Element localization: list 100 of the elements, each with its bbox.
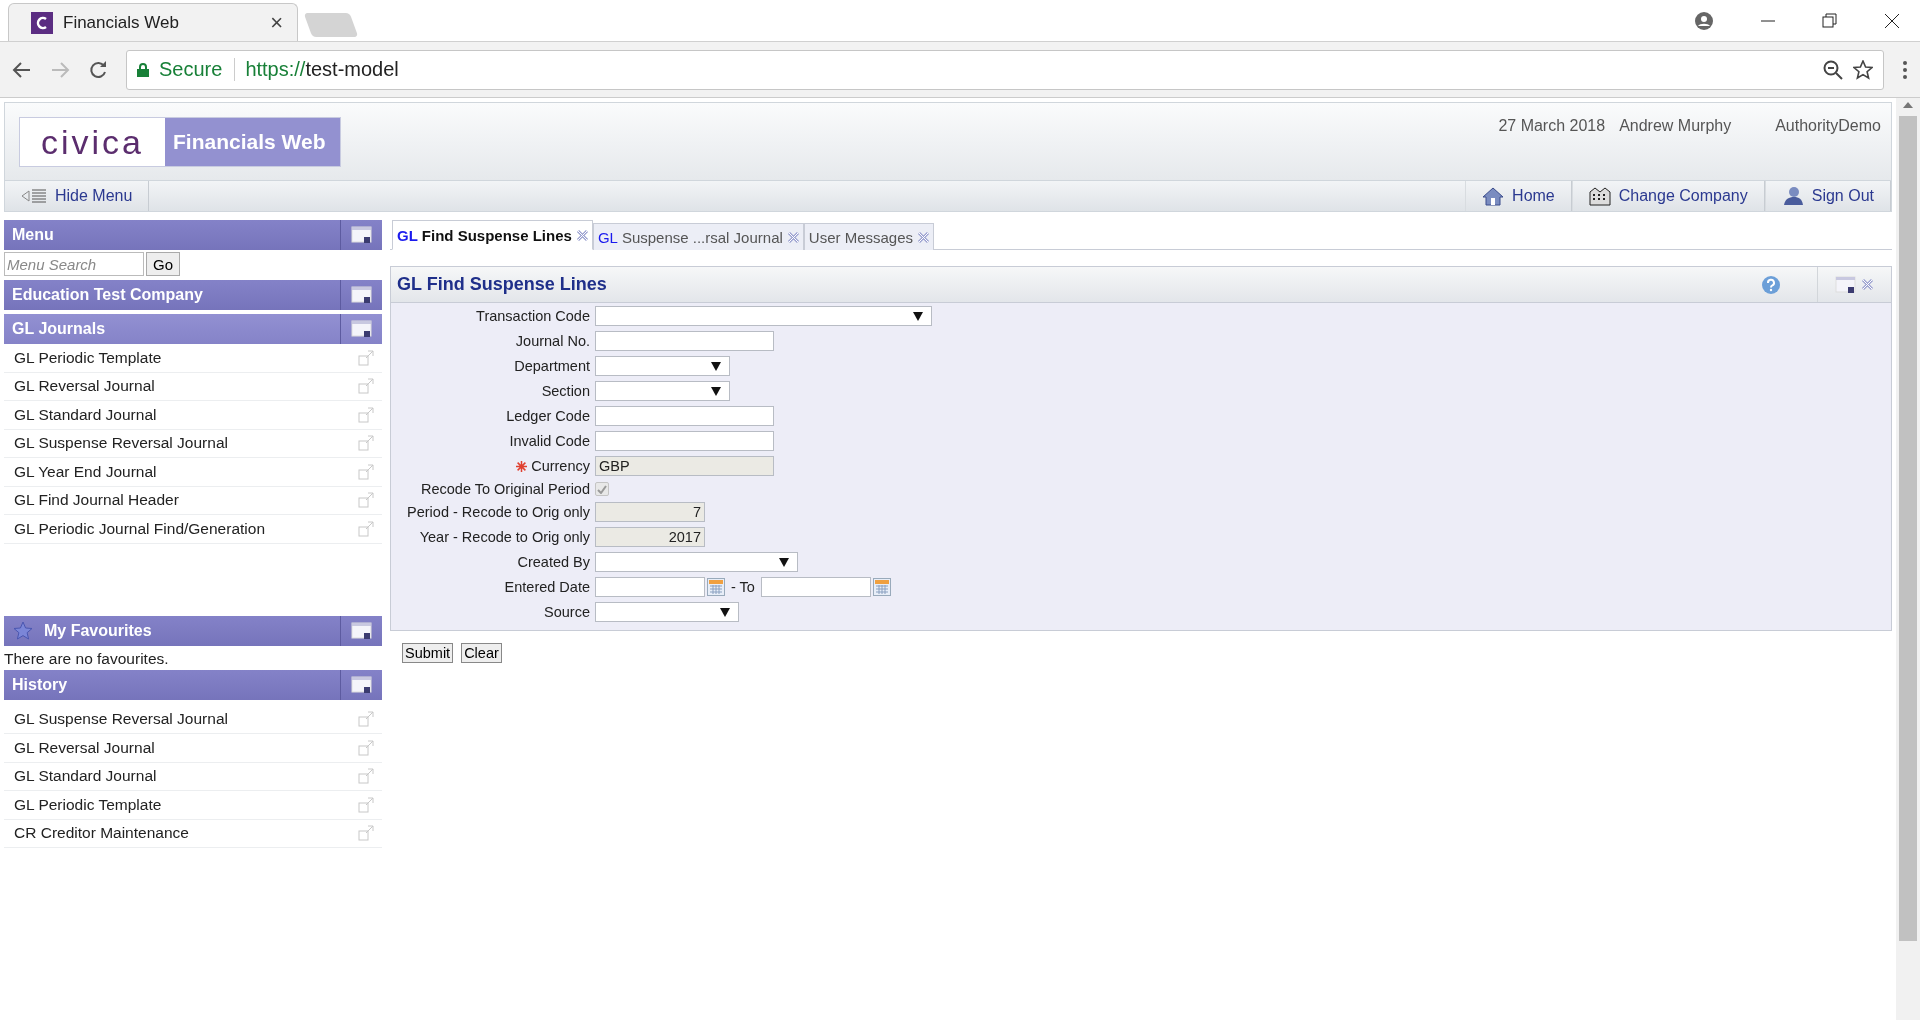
date-field[interactable]: [595, 577, 705, 597]
menu-search-field[interactable]: Menu Search: [4, 252, 144, 276]
checkbox[interactable]: [595, 482, 609, 496]
window-icon[interactable]: [350, 675, 373, 694]
collapse-menu-icon: [21, 188, 47, 204]
number-field[interactable]: 2017: [595, 527, 705, 547]
history-item[interactable]: GL Suspense Reversal Journal: [4, 705, 382, 734]
history-item[interactable]: GL Reversal Journal: [4, 734, 382, 763]
popout-icon[interactable]: [358, 520, 374, 537]
help-icon[interactable]: [1761, 274, 1781, 295]
history-item[interactable]: GL Periodic Template: [4, 791, 382, 820]
caret-icon: [779, 557, 789, 567]
form-button[interactable]: Clear: [461, 643, 502, 663]
window-icon[interactable]: [350, 226, 373, 244]
menu-item[interactable]: GL Year End Journal: [4, 458, 382, 487]
calendar-icon[interactable]: [872, 578, 891, 596]
popout-icon[interactable]: [358, 796, 374, 813]
popout-icon[interactable]: [358, 711, 374, 728]
select-field[interactable]: [595, 306, 932, 326]
menu-item[interactable]: GL Standard Journal: [4, 401, 382, 430]
tab-close-button[interactable]: ×: [270, 9, 283, 36]
field-label: Ledger Code: [506, 408, 590, 424]
date-text: 27 March 2018: [1498, 117, 1606, 135]
favourites-title: My Favourites: [4, 620, 340, 641]
field-label: Department: [514, 358, 590, 374]
person-icon: [1781, 186, 1804, 206]
select-field[interactable]: [595, 381, 730, 401]
scroll-up-icon[interactable]: [1903, 102, 1913, 108]
zoom-out-icon[interactable]: [1823, 59, 1843, 80]
menu-icon[interactable]: [1902, 59, 1908, 80]
date-field[interactable]: [760, 577, 871, 597]
nav-link[interactable]: Sign Out: [1764, 181, 1891, 211]
popout-icon[interactable]: [358, 349, 374, 366]
field-label: Journal No.: [515, 333, 590, 349]
menu-title: Menu: [11, 226, 55, 244]
popout-icon[interactable]: [358, 739, 374, 756]
forward-icon[interactable]: [50, 59, 70, 80]
go-button[interactable]: Go: [146, 252, 180, 276]
popout-icon[interactable]: [358, 825, 374, 842]
user-name: Andrew Murphy: [1619, 117, 1732, 135]
empty-message: There are no favourites.: [4, 648, 170, 669]
window-icon[interactable]: [350, 621, 373, 640]
scrollbar-thumb[interactable]: [1899, 116, 1917, 941]
select-field[interactable]: [595, 552, 798, 572]
popout-icon[interactable]: [358, 435, 374, 452]
text-field[interactable]: [595, 331, 774, 351]
menu-item[interactable]: GL Periodic Template: [4, 344, 382, 373]
home-icon: [1482, 186, 1505, 206]
popout-icon[interactable]: [358, 768, 374, 785]
field-label: Transaction Code: [476, 308, 590, 324]
logo: civica Financials Web: [19, 117, 341, 167]
history-item[interactable]: CR Creditor Maintenance: [4, 819, 382, 848]
popout-icon[interactable]: [358, 492, 374, 509]
number-field[interactable]: 7: [595, 502, 705, 522]
browser-tab[interactable]: Financials Web ×: [8, 3, 298, 41]
lock-icon: [137, 62, 149, 77]
currency-field[interactable]: GBP: [595, 456, 774, 476]
select-field[interactable]: [595, 602, 739, 622]
nav-link[interactable]: Change Company: [1571, 181, 1765, 211]
caret-icon: [711, 386, 721, 396]
menu-item[interactable]: GL Periodic Journal Find/Generation: [4, 515, 382, 544]
field-label: Currency: [531, 458, 590, 474]
field-label: Year - Recode to Orig only: [419, 529, 590, 545]
history-item[interactable]: GL Standard Journal: [4, 762, 382, 791]
page-tab[interactable]: GL Suspense ...rsal Journal: [592, 223, 804, 250]
popout-icon[interactable]: [358, 378, 374, 395]
popout-icon[interactable]: [358, 463, 374, 480]
close-icon[interactable]: [1884, 12, 1900, 29]
field-label: Section: [541, 383, 590, 399]
restore-icon[interactable]: [1822, 12, 1838, 29]
caret-icon: [711, 361, 721, 371]
form-button[interactable]: Submit: [402, 643, 454, 663]
back-icon[interactable]: [12, 59, 32, 80]
field-label: Entered Date: [504, 579, 590, 595]
company-name: Education Test Company: [11, 286, 204, 304]
star-icon[interactable]: [1853, 59, 1873, 80]
select-field[interactable]: [595, 356, 730, 376]
window-icon[interactable]: [1835, 275, 1857, 294]
hide-menu-button[interactable]: Hide Menu: [5, 181, 150, 211]
window-icon[interactable]: [350, 286, 373, 304]
favicon-icon: [31, 11, 53, 34]
caret-icon: [720, 607, 730, 617]
popout-icon[interactable]: [358, 406, 374, 423]
menu-item[interactable]: GL Suspense Reversal Journal: [4, 429, 382, 458]
address-bar[interactable]: Secure https://test-model: [126, 49, 1884, 90]
text-field[interactable]: [595, 406, 774, 426]
nav-link[interactable]: Home: [1465, 181, 1572, 211]
building-icon: [1588, 186, 1611, 206]
text-field[interactable]: [595, 431, 774, 451]
caret-icon: [913, 311, 923, 321]
page-tab[interactable]: GL Find Suspense Lines: [392, 220, 593, 250]
page-tab[interactable]: User Messages: [803, 223, 934, 250]
calendar-icon[interactable]: [707, 578, 725, 596]
menu-item[interactable]: GL Find Journal Header: [4, 486, 382, 515]
field-label: Period - Recode to Orig only: [407, 504, 590, 520]
account-icon[interactable]: [1694, 10, 1714, 31]
required-icon: [516, 460, 528, 472]
to-label: - To: [731, 579, 755, 595]
reload-icon[interactable]: [88, 59, 108, 80]
menu-item[interactable]: GL Reversal Journal: [4, 372, 382, 401]
